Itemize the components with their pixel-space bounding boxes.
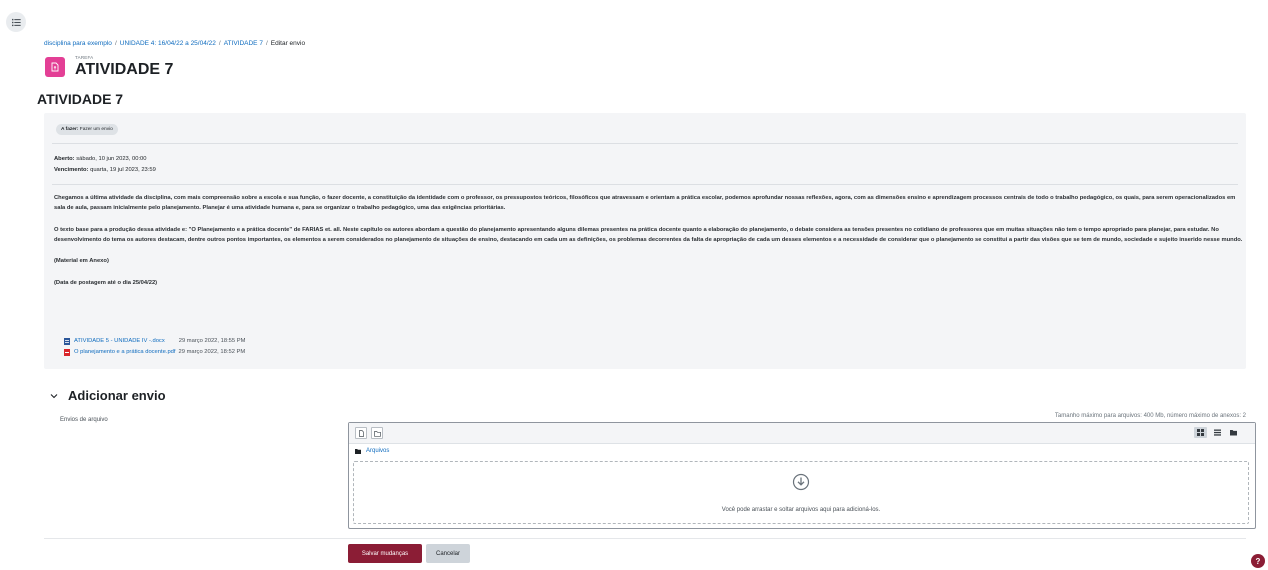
drop-zone-text: Você pode arrastar e soltar arquivos aqu…	[721, 507, 881, 513]
breadcrumb-activity[interactable]: ATIVIDADE 7	[224, 40, 263, 47]
folder-icon	[355, 448, 361, 454]
folder-icon	[373, 430, 381, 437]
divider	[52, 143, 1238, 144]
path-folder-link[interactable]: Arquivos	[366, 448, 389, 454]
breadcrumb-course[interactable]: disciplina para exemplo	[44, 40, 112, 47]
section-toggle[interactable]: Adicionar envio	[50, 388, 166, 403]
breadcrumb-separator: /	[114, 40, 117, 47]
drawer-toggle-button[interactable]	[6, 12, 26, 32]
view-tree-button[interactable]	[1227, 427, 1240, 438]
attachment-date: 29 março 2022, 18:55 PM	[178, 338, 246, 344]
attachment-item: O planejamento e a prática docente.pdf 2…	[64, 347, 245, 358]
breadcrumb-current: Editar envio	[270, 40, 306, 47]
divider	[44, 538, 1246, 539]
breadcrumb-section[interactable]: UNIDADE 4: 16/04/22 a 25/04/22	[120, 40, 216, 47]
attachment-date: 29 março 2022, 18:52 PM	[178, 349, 246, 355]
divider	[52, 184, 1238, 185]
file-icon	[358, 429, 364, 437]
due-label: Vencimento:	[54, 167, 89, 173]
activity-heading: ATIVIDADE 7	[37, 91, 124, 107]
help-button[interactable]: ?	[1251, 554, 1265, 568]
todo-value: Fazer um envio	[79, 127, 113, 132]
add-file-button[interactable]	[355, 427, 367, 439]
download-arrow-icon	[792, 473, 810, 491]
create-folder-button[interactable]	[371, 427, 383, 439]
todo-badge: A fazer: Fazer um envio	[56, 124, 118, 135]
activity-info-box: A fazer: Fazer um envio Aberto: sábado, …	[44, 113, 1246, 369]
breadcrumb-separator: /	[218, 40, 221, 47]
drop-zone[interactable]: Você pode arrastar e soltar arquivos aqu…	[353, 461, 1249, 524]
due-value: quarta, 19 jul 2023, 23:59	[90, 167, 156, 173]
file-picker-path: Arquivos	[355, 445, 389, 457]
pdf-icon	[64, 349, 70, 356]
folder-icon	[1230, 430, 1237, 436]
list-icon	[11, 18, 21, 26]
attachment-list: ATIVIDADE 5 - UNIDADE IV -.docx 29 março…	[64, 336, 245, 358]
material-note: (Material em Anexo)	[54, 258, 109, 264]
activity-dates: Aberto: sábado, 10 jun 2023, 00:00 Venci…	[54, 154, 156, 176]
opened-label: Aberto:	[54, 156, 75, 162]
attachment-item: ATIVIDADE 5 - UNIDADE IV -.docx 29 março…	[64, 336, 245, 347]
view-icons-button[interactable]	[1194, 427, 1207, 438]
section-title: Adicionar envio	[68, 388, 166, 403]
word-doc-icon	[64, 338, 70, 345]
file-picker-toolbar	[349, 423, 1255, 444]
assignment-icon	[45, 57, 65, 77]
attachment-link[interactable]: ATIVIDADE 5 - UNIDADE IV -.docx	[74, 336, 165, 347]
page-header: TAREFA ATIVIDADE 7	[45, 55, 173, 79]
save-changes-button[interactable]: Salvar mudanças	[348, 544, 422, 563]
grid-icon	[1197, 429, 1204, 436]
page-title: ATIVIDADE 7	[75, 61, 174, 78]
view-list-button[interactable]	[1211, 427, 1224, 438]
file-submissions-label: Envios de arquivo	[60, 417, 108, 423]
description-paragraph: Chegamos a última atividade da disciplin…	[54, 195, 1236, 211]
max-size-info: Tamanho máximo para arquivos: 400 Mb, nú…	[1054, 413, 1246, 419]
opened-value: sábado, 10 jun 2023, 00:00	[76, 156, 147, 162]
activity-description: Chegamos a última atividade da disciplin…	[54, 193, 1244, 300]
breadcrumb: disciplina para exemplo / UNIDADE 4: 16/04…	[44, 40, 305, 47]
cancel-button[interactable]: Cancelar	[426, 544, 470, 563]
todo-label: A fazer:	[61, 127, 79, 132]
list-icon	[1214, 429, 1221, 436]
chevron-down-icon	[50, 393, 58, 398]
posting-date-note: (Data de postagem até o dia 25/04/22)	[54, 280, 158, 286]
breadcrumb-separator: /	[265, 40, 268, 47]
file-picker: Arquivos Você pode arrastar e soltar arq…	[348, 422, 1256, 529]
description-paragraph: O texto base para a produção dessa ativi…	[54, 227, 1243, 243]
attachment-link[interactable]: O planejamento e a prática docente.pdf	[74, 347, 176, 358]
